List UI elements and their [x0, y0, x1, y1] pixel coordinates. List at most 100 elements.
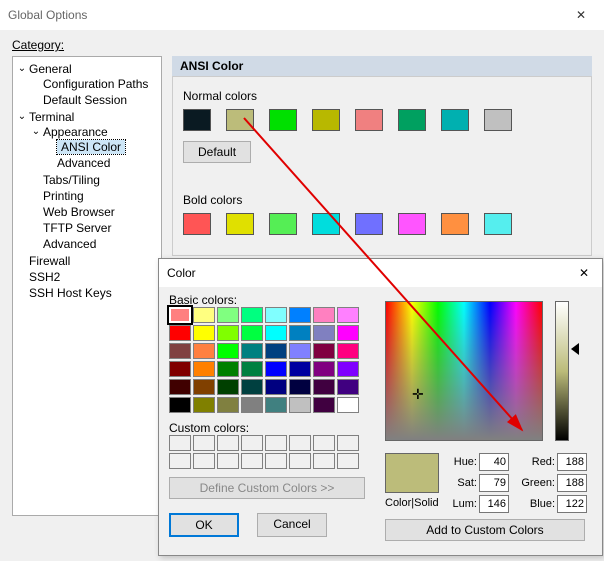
basic-color-cell[interactable] [217, 397, 239, 413]
basic-color-cell[interactable] [265, 343, 287, 359]
custom-color-cell[interactable] [241, 453, 263, 469]
basic-color-cell[interactable] [193, 343, 215, 359]
add-custom-button[interactable]: Add to Custom Colors [385, 519, 585, 541]
color-swatch[interactable] [226, 213, 254, 235]
custom-color-cell[interactable] [289, 453, 311, 469]
color-swatch[interactable] [398, 213, 426, 235]
tree-item-ssh2[interactable]: SSH2 [29, 269, 159, 285]
basic-color-cell[interactable] [217, 361, 239, 377]
close-icon[interactable]: ✕ [574, 266, 594, 280]
basic-color-cell[interactable] [289, 397, 311, 413]
tree-item-advanced-appearance[interactable]: Advanced [57, 155, 159, 171]
basic-color-cell[interactable] [241, 361, 263, 377]
sat-input[interactable] [479, 474, 509, 492]
custom-color-cell[interactable] [193, 453, 215, 469]
basic-color-cell[interactable] [169, 379, 191, 395]
basic-color-cell[interactable] [193, 361, 215, 377]
color-swatch[interactable] [269, 213, 297, 235]
basic-color-cell[interactable] [337, 397, 359, 413]
tree-item-advanced-terminal[interactable]: Advanced [43, 236, 159, 252]
basic-color-cell[interactable] [217, 307, 239, 323]
basic-color-cell[interactable] [337, 343, 359, 359]
basic-color-cell[interactable] [313, 379, 335, 395]
basic-color-cell[interactable] [289, 379, 311, 395]
basic-color-cell[interactable] [169, 397, 191, 413]
tree-item-config-paths[interactable]: Configuration Paths [43, 76, 159, 92]
category-tree[interactable]: ⌄General Configuration Paths Default Ses… [12, 56, 162, 516]
custom-color-cell[interactable] [289, 435, 311, 451]
define-custom-button[interactable]: Define Custom Colors >> [169, 477, 365, 499]
tree-item-default-session[interactable]: Default Session [43, 92, 159, 108]
color-swatch[interactable] [484, 213, 512, 235]
tree-item-appearance[interactable]: ⌄Appearance ANSI Color Advanced [43, 124, 159, 172]
custom-color-cell[interactable] [313, 435, 335, 451]
basic-color-cell[interactable] [313, 361, 335, 377]
close-icon[interactable]: ✕ [566, 8, 596, 22]
basic-color-cell[interactable] [313, 343, 335, 359]
color-swatch[interactable] [183, 109, 211, 131]
basic-color-cell[interactable] [241, 343, 263, 359]
basic-color-cell[interactable] [337, 379, 359, 395]
custom-color-cell[interactable] [241, 435, 263, 451]
tree-item-printing[interactable]: Printing [43, 188, 159, 204]
tree-item-terminal[interactable]: ⌄Terminal ⌄Appearance ANSI Color Advance… [29, 109, 159, 253]
crosshair-icon[interactable]: ✛ [412, 386, 424, 403]
basic-color-cell[interactable] [193, 307, 215, 323]
custom-color-cell[interactable] [337, 435, 359, 451]
basic-color-cell[interactable] [193, 397, 215, 413]
tree-item-firewall[interactable]: Firewall [29, 253, 159, 269]
cancel-button[interactable]: Cancel [257, 513, 327, 537]
basic-color-cell[interactable] [241, 379, 263, 395]
basic-color-cell[interactable] [265, 361, 287, 377]
lum-input[interactable] [479, 495, 509, 513]
custom-color-cell[interactable] [169, 453, 191, 469]
color-swatch[interactable] [441, 213, 469, 235]
basic-color-cell[interactable] [217, 379, 239, 395]
custom-color-cell[interactable] [217, 453, 239, 469]
basic-color-cell[interactable] [265, 397, 287, 413]
basic-color-cell[interactable] [313, 397, 335, 413]
tree-item-tftp-server[interactable]: TFTP Server [43, 220, 159, 236]
basic-color-cell[interactable] [337, 361, 359, 377]
custom-color-cell[interactable] [193, 435, 215, 451]
blue-input[interactable] [557, 495, 587, 513]
default-button[interactable]: Default [183, 141, 251, 163]
basic-color-cell[interactable] [169, 307, 191, 323]
basic-color-cell[interactable] [337, 307, 359, 323]
color-swatch[interactable] [441, 109, 469, 131]
basic-color-cell[interactable] [241, 325, 263, 341]
chevron-down-icon[interactable]: ⌄ [31, 126, 41, 137]
basic-color-cell[interactable] [193, 325, 215, 341]
tree-item-ssh-host-keys[interactable]: SSH Host Keys [29, 285, 159, 301]
tree-item-web-browser[interactable]: Web Browser [43, 204, 159, 220]
tree-item-general[interactable]: ⌄General Configuration Paths Default Ses… [29, 61, 159, 109]
custom-color-cell[interactable] [169, 435, 191, 451]
basic-color-cell[interactable] [217, 325, 239, 341]
basic-color-cell[interactable] [169, 361, 191, 377]
custom-colors-grid[interactable] [169, 435, 375, 469]
custom-color-cell[interactable] [313, 453, 335, 469]
green-input[interactable] [557, 474, 587, 492]
color-swatch[interactable] [183, 213, 211, 235]
basic-color-cell[interactable] [289, 325, 311, 341]
color-swatch[interactable] [269, 109, 297, 131]
basic-color-cell[interactable] [169, 343, 191, 359]
chevron-down-icon[interactable]: ⌄ [17, 111, 27, 122]
color-swatch[interactable] [484, 109, 512, 131]
color-swatch[interactable] [398, 109, 426, 131]
color-gradient[interactable]: ✛ [385, 301, 543, 441]
basic-color-cell[interactable] [217, 343, 239, 359]
color-swatch[interactable] [312, 213, 340, 235]
basic-color-cell[interactable] [337, 325, 359, 341]
color-swatch[interactable] [312, 109, 340, 131]
basic-color-cell[interactable] [313, 325, 335, 341]
custom-color-cell[interactable] [265, 435, 287, 451]
tree-item-ansi-color[interactable]: ANSI Color [57, 139, 159, 155]
basic-color-cell[interactable] [265, 325, 287, 341]
color-swatch[interactable] [226, 109, 254, 131]
basic-color-cell[interactable] [289, 361, 311, 377]
basic-color-cell[interactable] [193, 379, 215, 395]
color-swatch[interactable] [355, 213, 383, 235]
custom-color-cell[interactable] [337, 453, 359, 469]
hue-input[interactable] [479, 453, 509, 471]
